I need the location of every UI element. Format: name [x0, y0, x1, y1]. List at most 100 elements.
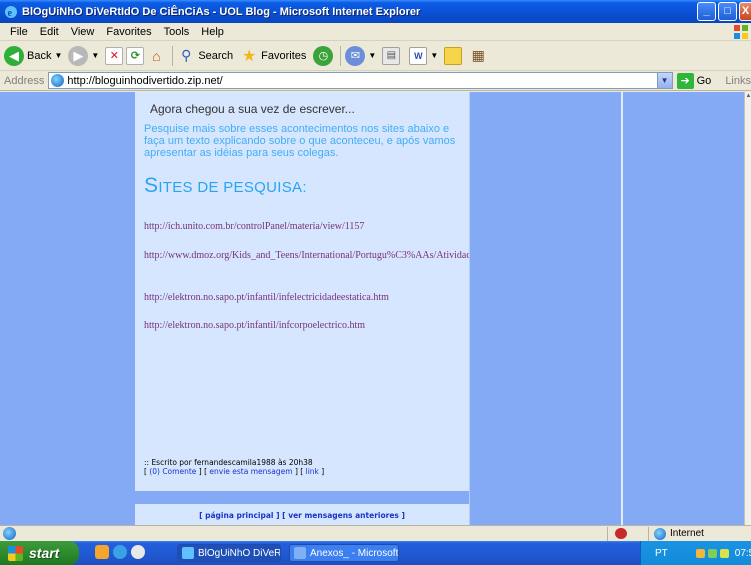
- maximize-button[interactable]: □: [718, 2, 737, 21]
- page-viewport: Agora chegou a sua vez de escrever... Pe…: [0, 92, 744, 525]
- stop-icon: ✕: [105, 46, 124, 65]
- clock: 07:53: [734, 547, 751, 559]
- research-button[interactable]: ▦: [469, 44, 487, 68]
- taskbar: start BlOgUiNhO DiVeRtId... Anexos_ - Mi…: [0, 541, 751, 565]
- title-bar: e BlOgUiNhO DiVeRtIdO De CiÊnCiAs - UOL …: [0, 0, 751, 23]
- back-arrow-icon: ◀: [4, 45, 24, 66]
- forward-button[interactable]: ▶ ▼: [68, 44, 102, 68]
- history-button[interactable]: ◷: [313, 44, 334, 68]
- comment-link[interactable]: (0) Comente: [149, 467, 196, 476]
- quicklaunch-ie-icon[interactable]: [113, 545, 127, 559]
- post-footer: :: Escrito por fernandescamila1988 às 20…: [144, 458, 325, 476]
- outlook-icon: [294, 547, 306, 559]
- menu-file[interactable]: File: [4, 26, 34, 38]
- star-icon: ★: [242, 47, 257, 65]
- refresh-icon: ⟳: [126, 46, 145, 65]
- stop-button[interactable]: ✕: [105, 44, 124, 68]
- toolbar-divider: [172, 45, 174, 66]
- ie-icon: [182, 547, 194, 559]
- address-label: Address: [4, 74, 45, 87]
- home-button[interactable]: ⌂: [147, 44, 165, 68]
- folder-icon: [444, 46, 463, 65]
- go-arrow-icon: ➔: [676, 72, 694, 89]
- menu-help[interactable]: Help: [195, 26, 230, 38]
- favorites-button[interactable]: ★ Favorites: [240, 44, 306, 68]
- tray-icon[interactable]: [695, 548, 705, 558]
- sites-heading: SITES DE PESQUISA:: [144, 174, 307, 197]
- column-divider: [621, 92, 623, 525]
- chevron-down-icon[interactable]: ▼: [54, 51, 62, 60]
- history-icon: ◷: [313, 45, 334, 66]
- chevron-down-icon[interactable]: ▼: [368, 51, 376, 60]
- main-page-link[interactable]: página principal: [205, 511, 273, 520]
- sidebar-column: [469, 92, 621, 525]
- search-icon: ⚲: [181, 47, 192, 63]
- internet-zone-icon: [654, 528, 666, 540]
- refresh-button[interactable]: ⟳: [126, 44, 145, 68]
- system-tray: PT 07:53: [640, 541, 751, 565]
- research-link[interactable]: http://www.dmoz.org/Kids_and_Teens/Inter…: [144, 249, 526, 262]
- chevron-down-icon[interactable]: ▼: [656, 73, 672, 88]
- status-divider: [648, 527, 649, 541]
- start-button[interactable]: start: [0, 541, 79, 565]
- security-icon: [615, 528, 627, 539]
- scroll-up-icon[interactable]: ▲: [745, 92, 751, 100]
- window-title: BlOgUiNhO DiVeRtIdO De CiÊnCiAs - UOL Bl…: [22, 5, 421, 18]
- research-icon: ▦: [471, 47, 485, 63]
- post-author: :: Escrito por fernandescamila1988 às 20…: [144, 458, 313, 467]
- tray-icon[interactable]: [707, 548, 717, 558]
- send-message-link[interactable]: envie esta mensagem: [209, 467, 292, 476]
- post-separator-bar: [135, 491, 469, 504]
- older-posts-link[interactable]: ver mensagens anteriores: [288, 511, 399, 520]
- security-zone: Internet: [670, 528, 704, 539]
- go-button[interactable]: ➔ Go: [676, 72, 711, 89]
- menu-tools[interactable]: Tools: [158, 26, 196, 38]
- research-link[interactable]: http://elektron.no.sapo.pt/infantil/infc…: [144, 319, 464, 332]
- back-button[interactable]: ◀ Back ▼: [4, 44, 65, 68]
- search-button[interactable]: ⚲ Search: [177, 44, 233, 68]
- word-icon: W: [409, 46, 428, 65]
- close-button[interactable]: X: [739, 2, 751, 21]
- post-paragraph: Pesquise mais sobre esses acontecimentos…: [144, 123, 456, 159]
- toolbar: ◀ Back ▼ ▶ ▼ ✕ ⟳ ⌂ ⚲ Search ★ Favorites …: [0, 41, 751, 71]
- home-icon: ⌂: [152, 47, 161, 64]
- ie-icon: e: [4, 5, 18, 19]
- print-button[interactable]: ▤: [382, 44, 401, 68]
- address-input[interactable]: http://bloguinhodivertido.zip.net/ ▼: [48, 72, 673, 89]
- toolbar-divider: [340, 45, 342, 66]
- chevron-down-icon[interactable]: ▼: [430, 51, 438, 60]
- windows-logo-icon: [733, 24, 749, 40]
- page-status-icon: [3, 527, 16, 540]
- menu-edit[interactable]: Edit: [34, 26, 65, 38]
- chevron-down-icon[interactable]: ▼: [91, 51, 99, 60]
- mail-button[interactable]: ✉ ▼: [345, 44, 379, 68]
- research-link[interactable]: http://elektron.no.sapo.pt/infantil/infe…: [144, 291, 464, 304]
- links-toolbar[interactable]: Links: [725, 75, 751, 87]
- language-indicator[interactable]: PT: [655, 548, 668, 559]
- quicklaunch-icon[interactable]: [131, 545, 145, 559]
- mail-icon: ✉: [345, 45, 366, 66]
- taskbar-task[interactable]: BlOgUiNhO DiVeRtId...: [177, 544, 281, 562]
- post-intro: Agora chegou a sua vez de escrever...: [150, 102, 355, 116]
- quicklaunch-icon[interactable]: [95, 545, 109, 559]
- taskbar-task[interactable]: Anexos_ - Microsoft ...: [289, 544, 399, 562]
- tray-icon[interactable]: [719, 548, 729, 558]
- address-url[interactable]: http://bloguinhodivertido.zip.net/: [67, 75, 222, 87]
- edit-button[interactable]: W ▼: [409, 44, 441, 68]
- vertical-scrollbar[interactable]: ▲: [744, 92, 751, 525]
- forward-arrow-icon: ▶: [68, 45, 89, 66]
- research-link[interactable]: http://ich.unito.com.br/controlPanel/mat…: [144, 220, 464, 233]
- menu-favorites[interactable]: Favorites: [100, 26, 157, 38]
- address-bar: Address http://bloguinhodivertido.zip.ne…: [0, 71, 751, 91]
- post-column: Agora chegou a sua vez de escrever... Pe…: [135, 92, 526, 525]
- printer-icon: ▤: [382, 46, 401, 65]
- menu-view[interactable]: View: [65, 26, 101, 38]
- minimize-button[interactable]: _: [697, 2, 716, 21]
- status-divider: [607, 527, 608, 541]
- discuss-button[interactable]: [444, 44, 463, 68]
- status-bar: Internet: [0, 525, 751, 541]
- windows-logo-icon: [8, 545, 23, 561]
- permalink[interactable]: link: [306, 467, 319, 476]
- svg-text:e: e: [8, 8, 13, 19]
- page-navigation: [ página principal ] [ ver mensagens ant…: [199, 511, 405, 520]
